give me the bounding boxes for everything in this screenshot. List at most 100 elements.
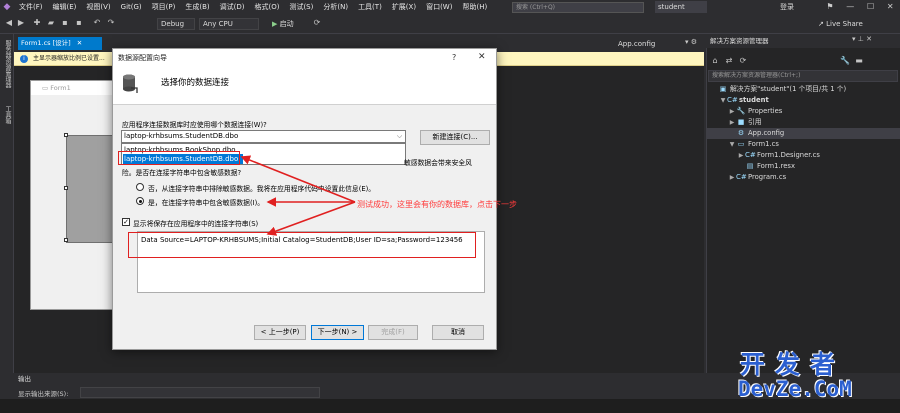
solution-icon: ▣ (719, 85, 727, 93)
resize-handle[interactable] (64, 133, 68, 137)
global-search-input[interactable]: 搜索 (Ctrl+Q) (512, 2, 644, 13)
previous-button[interactable]: < 上一步(P) (254, 325, 306, 340)
minimize-icon[interactable]: — (846, 0, 854, 14)
close-panel-icon[interactable]: ✕ (866, 35, 872, 43)
tree-item-label: Form1.resx (757, 162, 795, 170)
preview-icon[interactable]: ▬ (854, 56, 864, 66)
output-source-select[interactable] (80, 387, 320, 398)
tree-expander-icon[interactable]: ▶ (728, 172, 736, 183)
cancel-button[interactable]: 取消 (432, 325, 484, 340)
menu-item[interactable]: 测试(S) (284, 0, 318, 14)
tab-app-config[interactable]: App.config (618, 38, 655, 50)
close-dialog-icon[interactable]: ✕ (478, 52, 486, 62)
tab-overflow-icon[interactable]: ▾ ⚙ (685, 38, 697, 46)
help-icon[interactable]: ? (452, 53, 456, 62)
tree-item[interactable]: ▶ C#Program.cs (706, 172, 900, 183)
info-icon: i (20, 55, 28, 63)
watermark-english: DevZe.CoM (738, 377, 852, 401)
tree-item-label: Program.cs (748, 173, 787, 181)
form-icon: ▭ (737, 140, 745, 148)
menu-item[interactable]: 视图(V) (81, 0, 115, 14)
show-connection-string-checkbox[interactable]: ✓ (122, 218, 130, 226)
back-icon[interactable]: ◀ (4, 18, 14, 28)
tree-item-label: 解决方案"student"(1 个项目/共 1 个) (730, 85, 847, 93)
tree-item[interactable]: ▤ Form1.resx (706, 161, 900, 172)
resize-handle[interactable] (64, 238, 68, 242)
finish-button: 完成(F) (368, 325, 418, 340)
properties-icon[interactable]: 🔧 (840, 56, 850, 66)
dialog-title: 数据源配置向导 (118, 54, 167, 62)
menu-item[interactable]: 文件(F) (14, 0, 48, 14)
menu-item[interactable]: 帮助(H) (457, 0, 492, 14)
maximize-icon[interactable]: ☐ (867, 0, 874, 14)
new-project-icon[interactable]: ✚ (32, 18, 42, 28)
pin-icon[interactable]: ⊥ (858, 35, 864, 43)
toolbox-tab[interactable]: 工具箱 (3, 106, 12, 124)
tab-pin-icon[interactable]: ✕ (77, 39, 82, 47)
forward-icon[interactable]: ▶ (16, 18, 26, 28)
tree-item[interactable]: ⚙ App.config (706, 128, 900, 139)
tree-item[interactable]: ▶ 🔧 Properties (706, 106, 900, 117)
chevron-down-icon[interactable]: ⌵ (394, 131, 405, 142)
tree-expander-icon[interactable]: ▶ (728, 117, 736, 128)
connection-select[interactable]: laptop-krhbsums.StudentDB.dbo (121, 130, 406, 143)
csharp-file-icon: C# (736, 173, 747, 181)
save-icon[interactable]: ▪ (60, 18, 70, 28)
output-source-label: 显示输出来源(S): (18, 390, 69, 398)
feedback-icon[interactable]: ⚑ (826, 0, 833, 14)
solution-explorer-search-input[interactable]: 搜索解决方案资源管理器(Ctrl+;) (708, 70, 898, 82)
platform-select[interactable]: Any CPU (199, 18, 259, 30)
menu-item[interactable]: 工具(T) (353, 0, 387, 14)
undo-icon[interactable]: ↶ (92, 18, 102, 28)
solution-name-badge: student (655, 1, 707, 13)
tree-expander-icon[interactable]: ▶ (737, 150, 745, 161)
next-button[interactable]: 下一步(N) > (311, 325, 364, 340)
start-button[interactable]: ▶ 启动 (272, 18, 294, 30)
resize-handle[interactable] (64, 186, 68, 190)
save-all-icon[interactable]: ▪ (74, 18, 84, 28)
tree-item[interactable]: ▼ C#student (706, 95, 900, 106)
tree-item[interactable]: ▶ C#Form1.Designer.cs (706, 150, 900, 161)
info-bar-text: 主显示器缩放比例已设置... (33, 55, 105, 62)
server-explorer-tab[interactable]: 服务器资源管理器 (3, 40, 12, 88)
live-share-icon: ↗ (818, 20, 824, 28)
references-icon: ■ (737, 118, 745, 126)
menu-item[interactable]: 分析(N) (318, 0, 353, 14)
menu-item[interactable]: 项目(P) (147, 0, 181, 14)
menu-item[interactable]: 窗口(W) (421, 0, 457, 14)
menu-item[interactable]: 格式(O) (249, 0, 284, 14)
dialog-heading: 选择你的数据连接 (161, 78, 230, 88)
solution-tree: ▣ 解决方案"student"(1 个项目/共 1 个) ▼ C#student ▶ 🔧 P… (706, 84, 900, 204)
sync-icon[interactable]: ⇄ (724, 56, 734, 66)
hot-reload-icon[interactable]: ⟳ (312, 18, 322, 28)
dropdown-icon[interactable]: ▾ (852, 35, 856, 43)
login-link[interactable]: 登录 (780, 1, 794, 13)
csharp-file-icon: C# (745, 151, 756, 159)
refresh-icon[interactable]: ⟳ (738, 56, 748, 66)
redo-icon[interactable]: ↷ (106, 18, 116, 28)
wrench-icon: 🔧 (736, 107, 746, 115)
new-connection-button[interactable]: 新建连接(C)... (420, 130, 490, 145)
configuration-select[interactable]: Debug (157, 18, 195, 30)
solution-explorer-header-buttons: ▾ ⊥ ✕ (852, 35, 872, 43)
close-window-icon[interactable]: ✕ (887, 0, 894, 14)
tree-item[interactable]: ▶ ■ 引用 (706, 117, 900, 128)
tab-form1-designer[interactable]: Form1.cs [设计] ✕ (18, 37, 102, 50)
menu-item[interactable]: Git(G) (116, 0, 147, 14)
home-icon[interactable]: ⌂ (710, 56, 720, 66)
menu-item[interactable]: 扩展(X) (387, 0, 421, 14)
radio-include-sensitive[interactable] (136, 197, 144, 205)
tree-item[interactable]: ▣ 解决方案"student"(1 个项目/共 1 个) (706, 84, 900, 95)
tree-expander-icon[interactable]: ▼ (728, 139, 736, 150)
radio-exclude-sensitive[interactable] (136, 183, 144, 191)
tree-expander-icon[interactable]: ▶ (728, 106, 736, 117)
tree-item[interactable]: ▼ ▭ Form1.cs (706, 139, 900, 150)
left-tool-strip: 服务器资源管理器 工具箱 (0, 34, 14, 373)
open-file-icon[interactable]: ▰ (46, 18, 56, 28)
menu-item[interactable]: 生成(B) (180, 0, 214, 14)
menu-item[interactable]: 编辑(E) (48, 0, 82, 14)
live-share-button[interactable]: ↗ Live Share (818, 18, 863, 30)
tree-item-label: Form1.cs (748, 140, 779, 148)
menu-item[interactable]: 调试(D) (215, 0, 250, 14)
tree-expander-icon[interactable]: ▼ (719, 95, 727, 106)
